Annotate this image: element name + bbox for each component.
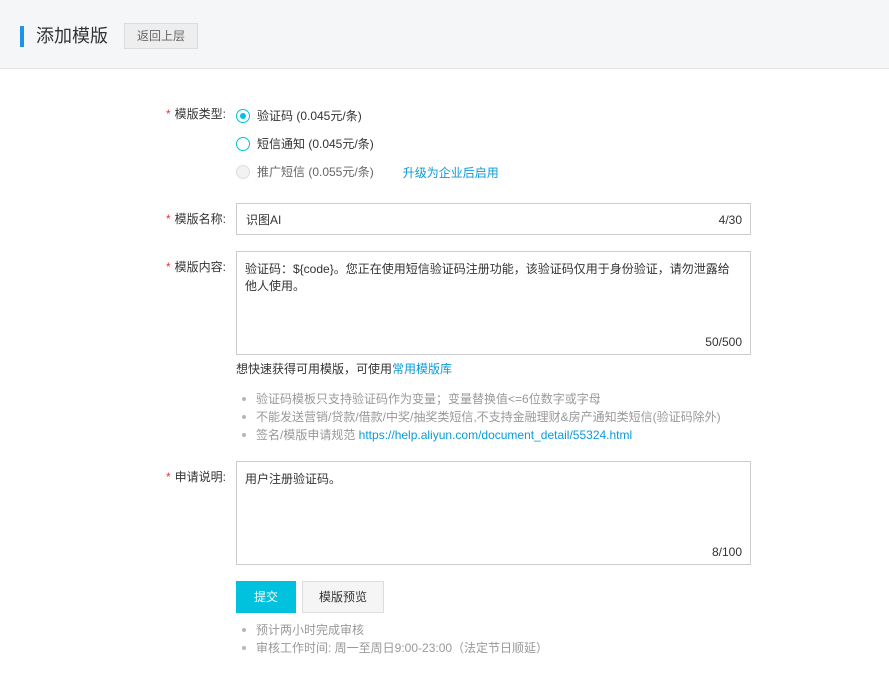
template-name-char-count: 4/30 (718, 213, 742, 227)
template-content-value: 验证码：${code}。您正在使用短信验证码注册功能，该验证码仅用于身份验证，请… (245, 262, 730, 293)
template-library-link[interactable]: 常用模版库 (392, 362, 452, 376)
radio-checked-icon[interactable] (236, 109, 250, 123)
radio-unchecked-icon[interactable] (236, 137, 250, 151)
required-mark: * (166, 260, 171, 274)
preview-template-button[interactable]: 模版预览 (302, 581, 384, 613)
application-note-textarea[interactable]: 用户注册验证码。 8/100 (236, 461, 751, 565)
template-library-hint: 想快速获得可用模版，可使用常用模版库 (236, 362, 453, 376)
back-button[interactable]: 返回上层 (124, 23, 198, 49)
template-content-label: * 模版内容: (166, 260, 227, 274)
radio-label: 验证码 (0.045元/条) (257, 109, 362, 123)
template-name-value: 识图AI (246, 213, 282, 227)
radio-option-promotional-sms: 推广短信 (0.055元/条) 升级为企业后启用 (236, 163, 499, 181)
application-note-value: 用户注册验证码。 (245, 472, 342, 486)
list-item: 预计两小时完成审核 (241, 621, 548, 639)
radio-disabled-icon (236, 165, 250, 179)
page-header: 添加模版 返回上层 (0, 0, 889, 69)
template-content-char-count: 50/500 (705, 335, 742, 349)
template-name-input[interactable]: 识图AI 4/30 (236, 203, 751, 235)
template-content-textarea[interactable]: 验证码：${code}。您正在使用短信验证码注册功能，该验证码仅用于身份验证，请… (236, 251, 751, 355)
application-note-char-count: 8/100 (711, 545, 742, 559)
page-title: 添加模版 (36, 26, 108, 46)
radio-label: 短信通知 (0.045元/条) (257, 137, 374, 151)
template-name-label: * 模版名称: (166, 212, 227, 226)
template-type-label: * 模版类型: (166, 107, 227, 121)
radio-label: 推广短信 (0.055元/条) (257, 165, 374, 179)
list-item: 不能发送营销/贷款/借款/中奖/抽奖类短信,不支持金融理财&房产通知类短信(验证… (241, 408, 721, 426)
radio-option-verification-code[interactable]: 验证码 (0.045元/条) (236, 107, 362, 125)
submit-button[interactable]: 提交 (236, 581, 296, 613)
radio-option-sms-notification[interactable]: 短信通知 (0.045元/条) (236, 135, 374, 153)
help-doc-link[interactable]: https://help.aliyun.com/document_detail/… (359, 428, 633, 442)
list-item: 签名/模版申请规范 https://help.aliyun.com/docume… (241, 426, 721, 444)
review-notes-list: 预计两小时完成审核 审核工作时间: 周一至周日9:00-23:00（法定节日顺延… (241, 621, 548, 657)
list-item: 验证码模板只支持验证码作为变量；变量替换值<=6位数字或字母 (241, 390, 721, 408)
required-mark: * (166, 212, 171, 226)
template-rules-list: 验证码模板只支持验证码作为变量；变量替换值<=6位数字或字母 不能发送营销/贷款… (241, 390, 721, 444)
upgrade-enterprise-link[interactable]: 升级为企业后启用 (403, 164, 499, 181)
title-accent-bar (20, 26, 24, 47)
required-mark: * (166, 470, 171, 484)
application-note-label: * 申请说明: (166, 470, 227, 484)
list-item: 审核工作时间: 周一至周日9:00-23:00（法定节日顺延） (241, 639, 548, 657)
required-mark: * (166, 107, 171, 121)
